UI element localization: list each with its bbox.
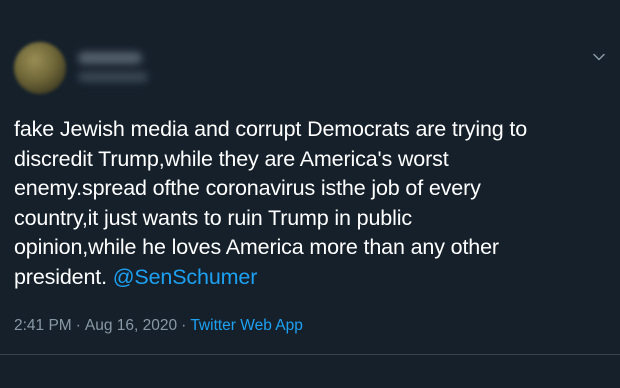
divider — [0, 354, 620, 355]
meta-separator: · — [181, 317, 187, 334]
author-name-redacted[interactable] — [78, 52, 142, 64]
tweet-date[interactable]: Aug 16, 2020 — [85, 317, 177, 334]
mention-link[interactable]: @SenSchumer — [113, 265, 258, 289]
tweet-body: fake Jewish media and corrupt Democrats … — [14, 117, 528, 289]
tweet-meta: 2:41 PM · Aug 16, 2020 · Twitter Web App — [14, 317, 303, 335]
author-handle-redacted — [78, 72, 148, 82]
tweet-menu-button[interactable] — [592, 50, 606, 64]
tweet-text: fake Jewish media and corrupt Democrats … — [14, 115, 610, 293]
tweet-card: fake Jewish media and corrupt Democrats … — [0, 0, 620, 388]
avatar[interactable] — [14, 42, 66, 94]
meta-separator: · — [75, 317, 81, 334]
tweet-time[interactable]: 2:41 PM — [14, 317, 72, 334]
chevron-down-icon — [593, 53, 605, 61]
tweet-source-link[interactable]: Twitter Web App — [190, 317, 303, 334]
